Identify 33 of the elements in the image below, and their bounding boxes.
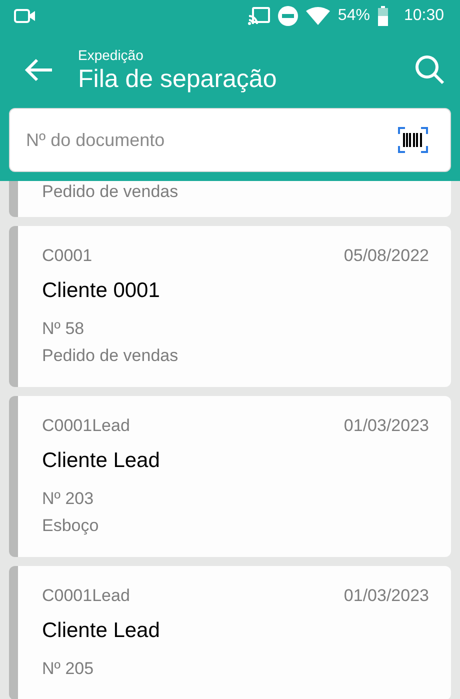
order-card[interactable]: C0001Lead 01/03/2023 Cliente Lead Nº 205 <box>9 566 451 699</box>
document-type: Pedido de vendas <box>42 345 180 367</box>
customer-code: C0001 <box>42 246 92 266</box>
back-arrow-icon[interactable] <box>24 58 54 82</box>
customer-code: C0001Lead <box>42 586 130 606</box>
document-number: Nº 205 <box>42 658 95 680</box>
order-card[interactable]: C0001 05/08/2022 Cliente 0001 Nº 58 Pedido de vendas <box>9 226 451 387</box>
search-bar[interactable]: Nº do documento <box>9 108 451 172</box>
screen-subtitle: Expedição <box>78 46 144 64</box>
document-search-field[interactable]: Nº do documento <box>26 130 398 150</box>
customer-name: Cliente 0001 <box>42 279 161 303</box>
document-number: Nº 203 <box>42 488 95 510</box>
do-not-disturb-icon <box>278 6 298 26</box>
customer-name: Cliente Lead <box>42 619 161 643</box>
screen-title: Fila de separação <box>78 64 278 94</box>
camera-icon <box>14 8 36 24</box>
customer-name: Cliente Lead <box>42 449 161 473</box>
order-card[interactable]: C0001Lead 01/03/2023 Cliente Lead Nº 203 Esboço <box>9 396 451 557</box>
document-type: Esboço <box>42 515 100 537</box>
order-date: 01/03/2023 <box>344 416 429 436</box>
order-card[interactable]: Pedido de vendas <box>9 181 451 217</box>
cast-icon <box>248 7 270 25</box>
wifi-icon <box>306 7 330 25</box>
search-icon[interactable] <box>414 54 446 86</box>
barcode-scan-icon[interactable] <box>398 127 428 153</box>
clock: 10:30 <box>404 7 444 25</box>
order-date: 01/03/2023 <box>344 586 429 606</box>
document-type: Pedido de vendas <box>42 181 180 203</box>
battery-icon <box>378 6 388 26</box>
order-date: 05/08/2022 <box>344 246 429 266</box>
document-number: Nº 58 <box>42 318 86 340</box>
battery-percent: 54% <box>338 7 370 25</box>
customer-code: C0001Lead <box>42 416 130 436</box>
